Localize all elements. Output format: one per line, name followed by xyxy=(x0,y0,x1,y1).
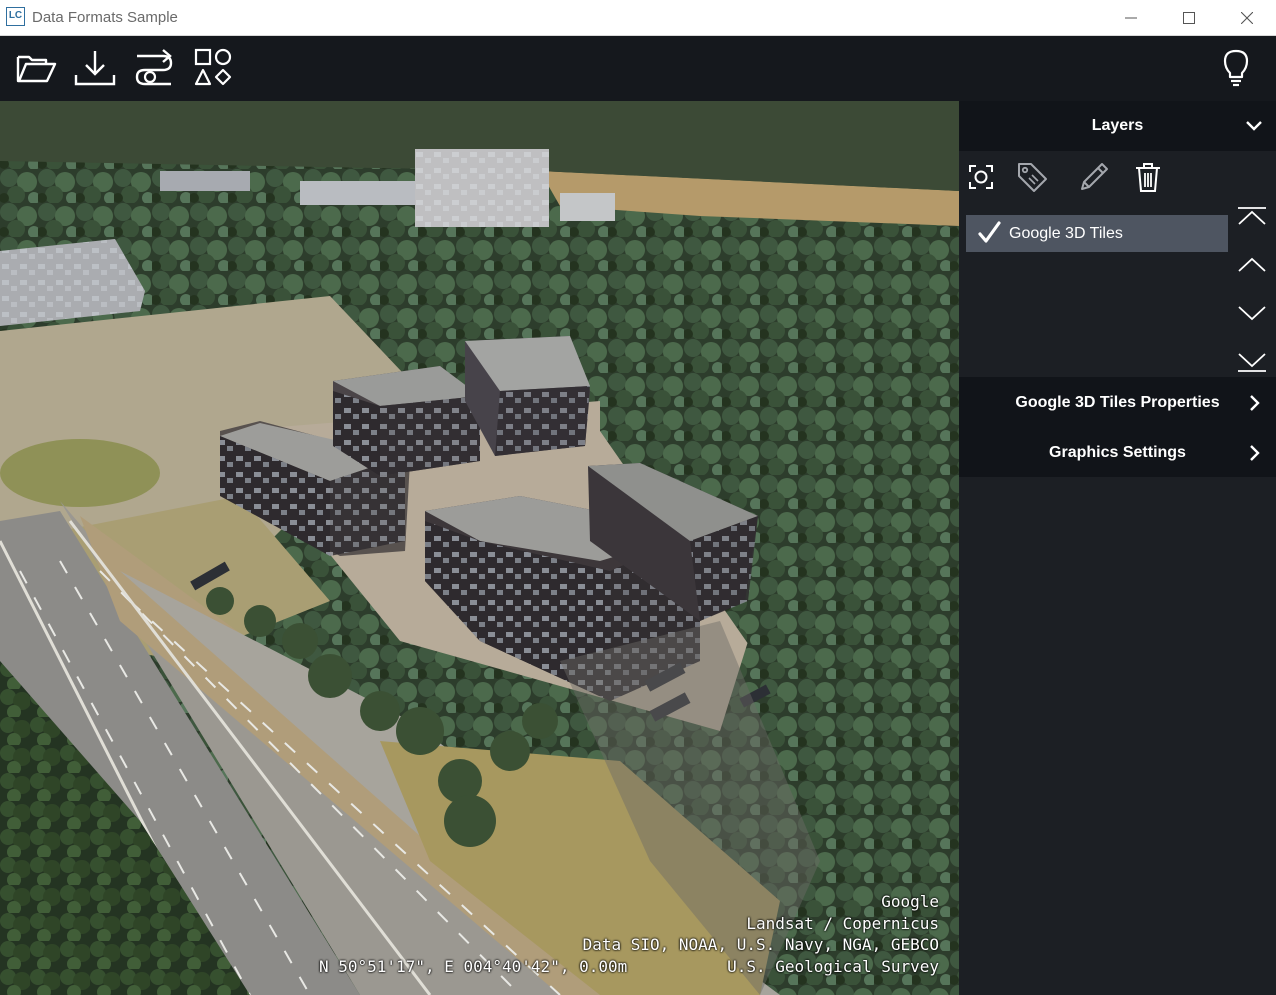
move-to-bottom-button[interactable] xyxy=(1234,344,1270,380)
camera-coordinates: N 50°51'17", E 004°40'42", 0.00m xyxy=(319,957,628,976)
layers-header[interactable]: Layers xyxy=(959,101,1276,151)
close-button[interactable] xyxy=(1218,0,1276,35)
edit-layer-button[interactable] xyxy=(1076,159,1112,195)
shapes-button[interactable] xyxy=(191,46,235,90)
move-down-button[interactable] xyxy=(1234,295,1270,331)
window-title-bar: LC Data Formats Sample xyxy=(0,0,1276,36)
chevron-right-icon xyxy=(1250,445,1260,461)
layer-tools xyxy=(959,155,1276,197)
chevron-right-icon xyxy=(1250,395,1260,411)
layers-title: Layers xyxy=(1091,117,1144,134)
close-icon xyxy=(1241,11,1253,24)
delete-icon xyxy=(1136,163,1160,192)
map-viewport[interactable]: N 50°51'17", E 004°40'42", 0.00m Google … xyxy=(0,101,959,995)
section-label: Graphics Settings xyxy=(1049,444,1186,461)
move-up-icon xyxy=(1238,257,1266,272)
minimize-button[interactable] xyxy=(1102,0,1160,35)
fit-icon xyxy=(969,165,993,189)
folder-open-icon xyxy=(16,55,57,83)
maximize-button[interactable] xyxy=(1160,0,1218,35)
attribution-line: Landsat / Copernicus xyxy=(746,913,939,933)
route-button[interactable] xyxy=(132,46,176,90)
lightbulb-icon xyxy=(1223,49,1249,87)
label-layer-button[interactable] xyxy=(1014,159,1050,195)
app-logo: LC xyxy=(6,7,25,26)
minimize-icon xyxy=(1125,17,1137,18)
layer-name: Google 3D Tiles xyxy=(1009,225,1123,242)
map-scene xyxy=(0,101,959,995)
main-toolbar xyxy=(0,36,1276,101)
fit-layer-button[interactable] xyxy=(963,159,999,195)
move-up-button[interactable] xyxy=(1234,247,1270,283)
download-icon xyxy=(74,51,116,86)
download-button[interactable] xyxy=(73,46,117,90)
label-icon xyxy=(1018,163,1047,192)
attribution-line: U.S. Geological Survey xyxy=(727,956,939,976)
map-attribution: Google Landsat / Copernicus Data SIO, NO… xyxy=(583,891,939,977)
open-button[interactable] xyxy=(14,46,58,90)
route-icon xyxy=(135,49,173,86)
chevron-down-icon xyxy=(1246,121,1262,131)
delete-layer-button[interactable] xyxy=(1130,159,1166,195)
layers-panel: Layers Google 3D Tiles Google 3D Tiles P… xyxy=(959,101,1276,995)
move-to-bottom-icon xyxy=(1238,353,1266,372)
move-to-top-icon xyxy=(1238,207,1266,225)
move-to-top-button[interactable] xyxy=(1234,198,1270,234)
maximize-icon xyxy=(1183,11,1195,24)
shapes-icon xyxy=(194,48,232,86)
window-title: Data Formats Sample xyxy=(32,9,178,26)
tips-button[interactable] xyxy=(1214,46,1258,90)
section-tiles-properties[interactable]: Google 3D Tiles Properties xyxy=(959,377,1276,427)
move-down-icon xyxy=(1238,306,1266,321)
attribution-line: Google xyxy=(881,892,939,911)
section-label: Google 3D Tiles Properties xyxy=(1015,394,1220,411)
edit-icon xyxy=(1081,163,1108,190)
layer-item[interactable]: Google 3D Tiles xyxy=(966,215,1228,252)
checkmark-icon[interactable] xyxy=(976,220,1002,246)
attribution-line: Data SIO, NOAA, U.S. Navy, NGA, GEBCO xyxy=(582,935,939,954)
section-graphics-settings[interactable]: Graphics Settings xyxy=(959,427,1276,477)
